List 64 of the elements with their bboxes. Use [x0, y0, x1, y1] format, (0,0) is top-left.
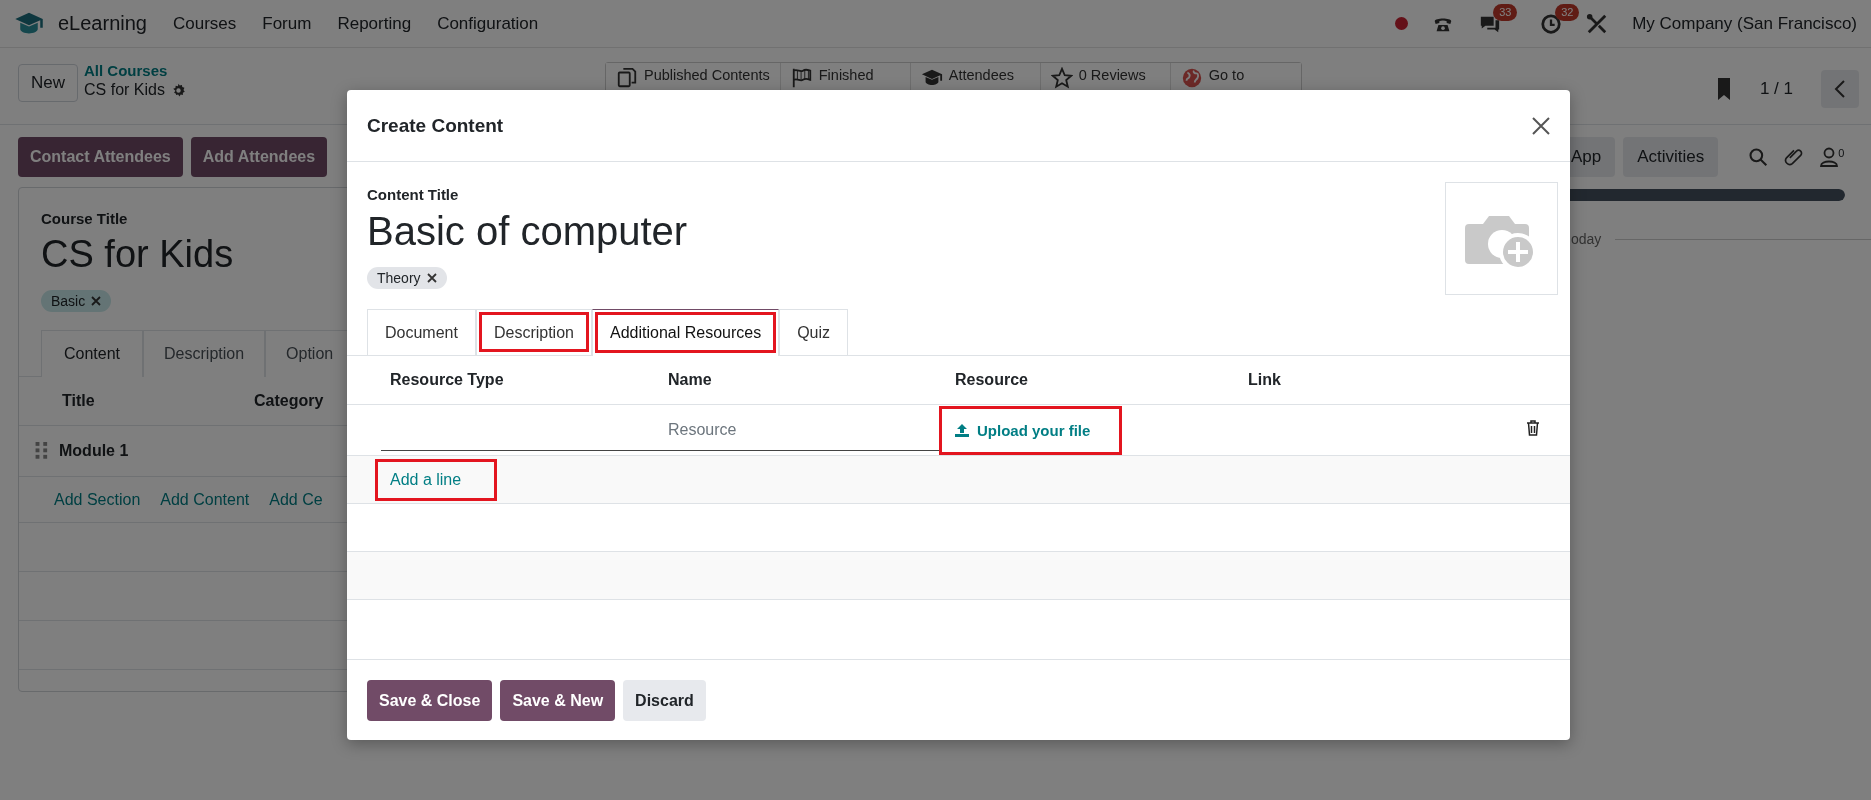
tools-icon[interactable] — [1586, 12, 1609, 35]
column-header: Resource — [955, 371, 1029, 389]
menu-item[interactable]: Courses — [172, 13, 237, 34]
paperclip-icon[interactable] — [1784, 146, 1805, 168]
column-header: Link — [1247, 371, 1282, 389]
drag-handle-icon[interactable] — [35, 442, 49, 460]
date-separator: oday — [1571, 231, 1602, 247]
star-icon — [1050, 67, 1073, 89]
app-name[interactable]: eLearning — [58, 12, 147, 35]
checkered-flag-icon — [790, 67, 813, 89]
action-button[interactable]: Contact Attendees — [18, 137, 183, 177]
bookmark-icon[interactable] — [1715, 78, 1732, 100]
column-header: Category — [254, 392, 324, 410]
status-dot — [1395, 17, 1409, 30]
dialog-title: Create Content — [367, 114, 504, 137]
clock-icon[interactable] — [1540, 12, 1563, 35]
company-switcher[interactable]: My Company (San Francisco) — [1632, 13, 1857, 34]
follower-count: 0 — [1838, 147, 1845, 159]
notification-badge: 32 — [1555, 3, 1580, 21]
name-field[interactable]: Resource — [668, 409, 940, 451]
upload-button[interactable]: Upload your file — [941, 407, 1121, 453]
globe-icon — [1180, 67, 1203, 89]
chatter-button[interactable]: Activities — [1623, 137, 1719, 177]
notification-badge: 33 — [1493, 3, 1518, 21]
menu-item[interactable]: Forum — [262, 13, 312, 34]
breadcrumb-current: CS for Kids — [84, 81, 165, 99]
tab[interactable]: Document — [367, 309, 476, 355]
discard-button[interactable]: Discard — [623, 680, 706, 721]
section-name: Module 1 — [59, 442, 129, 460]
column-header: Name — [668, 371, 713, 389]
tag: Theory — [367, 267, 447, 289]
upload-icon — [955, 423, 969, 437]
new-button[interactable]: New — [18, 64, 78, 102]
tab[interactable]: Additional Resources — [591, 309, 780, 356]
trash-icon[interactable] — [1526, 420, 1540, 436]
close-icon[interactable] — [1532, 116, 1550, 135]
person-icon[interactable] — [1820, 147, 1839, 167]
field-label: Course Title — [41, 210, 128, 227]
save-button[interactable]: Save & Close — [367, 680, 493, 721]
content-title-field[interactable]: Basic of computer — [367, 207, 688, 255]
add-link[interactable]: Add Ce — [269, 490, 323, 509]
column-header: Resource Type — [389, 371, 505, 389]
add-link[interactable]: Add Section — [54, 490, 141, 509]
close-icon[interactable] — [426, 273, 437, 283]
course-title: CS for Kids — [41, 233, 234, 276]
tab[interactable]: Quiz — [779, 309, 849, 355]
column-header: Title — [62, 392, 96, 410]
breadcrumb-link[interactable]: All Courses — [84, 62, 186, 79]
tab[interactable]: Description — [475, 309, 592, 355]
tag: Basic — [41, 290, 112, 312]
field-label: Content Title — [367, 186, 459, 203]
documents-icon — [616, 67, 638, 89]
action-button[interactable]: Add Attendees — [190, 137, 328, 177]
save-button[interactable]: Save & New — [500, 680, 616, 721]
pager-value[interactable]: 1 / 1 — [1759, 79, 1793, 99]
search-icon[interactable] — [1748, 147, 1769, 167]
add-link[interactable]: Add Content — [160, 490, 250, 509]
chevron-left-icon — [1834, 80, 1846, 98]
add-line-link[interactable]: Add a line — [377, 460, 496, 499]
tab[interactable]: Content — [41, 330, 144, 377]
previous-button[interactable] — [1821, 70, 1859, 108]
menu-item[interactable]: Configuration — [437, 13, 539, 34]
menu-item[interactable]: Reporting — [337, 13, 412, 34]
tab[interactable]: Description — [143, 330, 266, 377]
